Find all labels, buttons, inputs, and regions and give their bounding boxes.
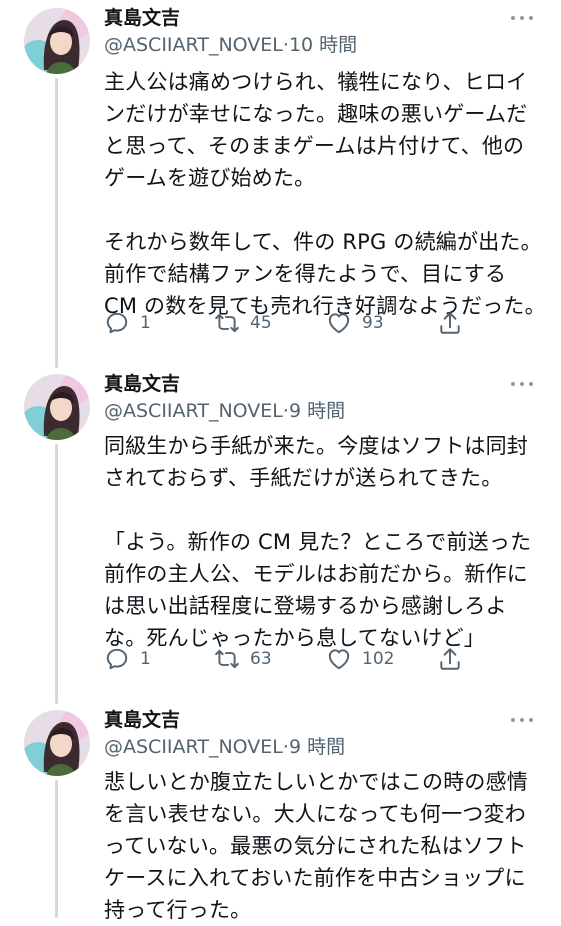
tweet-line: 前作の主人公、モデルはお前だから。新作に — [104, 562, 528, 586]
more-icon[interactable] — [511, 379, 537, 389]
paragraph-break — [104, 494, 544, 526]
like-button[interactable]: 93 — [326, 308, 384, 338]
author-handle[interactable]: @ASCIIART_NOVEL — [104, 34, 283, 56]
reply-icon — [104, 310, 130, 336]
timestamp[interactable]: 9 時間 — [289, 736, 345, 758]
reply-icon — [104, 646, 130, 672]
more-icon[interactable] — [511, 715, 537, 725]
tweet-line: を言い表せない。大人になっても何一つ変わ — [104, 802, 526, 826]
reply-button[interactable]: 1 — [104, 308, 151, 338]
avatar[interactable] — [24, 8, 90, 74]
timestamp[interactable]: 10 時間 — [289, 34, 357, 56]
reply-button[interactable]: 1 — [104, 644, 151, 674]
timestamp[interactable]: 9 時間 — [289, 400, 345, 422]
author-name[interactable]: 真島文吉 — [104, 372, 180, 396]
paragraph-break — [104, 194, 544, 226]
tweet-text: 同級生から手紙が来た。今度はソフトは同封 されておらず、手紙だけが送られてきた。… — [104, 430, 544, 654]
retweet-button[interactable]: 63 — [214, 644, 272, 674]
author-name[interactable]: 真島文吉 — [104, 6, 180, 30]
like-count: 93 — [362, 313, 384, 333]
reply-count: 1 — [140, 649, 151, 669]
tweet-line: ケースに入れておいた前作を中古ショップに — [104, 866, 526, 890]
tweet-line: 同級生から手紙が来た。今度はソフトは同封 — [104, 434, 528, 458]
tweet-actions: 1 63 102 — [104, 644, 544, 674]
tweet-line: 「よう。新作の CM 見た？ところで前送った — [104, 530, 532, 554]
tweet-line: 悲しいとか腹立たしいとかではこの時の感情 — [104, 770, 528, 794]
like-count: 102 — [362, 649, 395, 669]
tweet-line: 持って行った。 — [104, 898, 252, 922]
retweet-icon — [214, 646, 240, 672]
tweet-line: は思い出話程度に登場するから感謝しろよ — [104, 594, 507, 618]
author-name[interactable]: 真島文吉 — [104, 708, 180, 732]
share-icon — [437, 310, 463, 336]
avatar[interactable] — [24, 710, 90, 776]
tweet-meta: @ASCIIART_NOVEL·9 時間 — [104, 734, 345, 760]
tweet-text: 悲しいとか腹立たしいとかではこの時の感情 を言い表せない。大人になっても何一つ変… — [104, 766, 544, 926]
more-icon[interactable] — [511, 13, 537, 23]
heart-icon — [326, 310, 352, 336]
tweet-line: っていない。最悪の気分にされた私はソフト — [104, 834, 527, 858]
tweet[interactable]: 真島文吉 @ASCIIART_NOVEL·9 時間 悲しいとか腹立たしいとかでは… — [0, 702, 561, 922]
avatar[interactable] — [24, 374, 90, 440]
tweet[interactable]: 真島文吉 @ASCIIART_NOVEL·9 時間 同級生から手紙が来た。今度は… — [0, 366, 561, 696]
tweet-meta: @ASCIIART_NOVEL·9 時間 — [104, 398, 345, 424]
retweet-icon — [214, 310, 240, 336]
tweet-line: ンだけが幸せになった。趣味の悪いゲームだ — [104, 102, 528, 126]
tweet-text: 主人公は痛めつけられ、犠牲になり、ヒロイ ンだけが幸せになった。趣味の悪いゲーム… — [104, 66, 546, 322]
tweet-actions: 1 45 93 — [104, 308, 544, 338]
heart-icon — [326, 646, 352, 672]
tweet-line: されておらず、手紙だけが送られてきた。 — [104, 466, 503, 490]
author-handle[interactable]: @ASCIIART_NOVEL — [104, 400, 283, 422]
tweet-meta: @ASCIIART_NOVEL·10 時間 — [104, 32, 357, 58]
like-button[interactable]: 102 — [326, 644, 394, 674]
tweet-line: 前作で結構ファンを得たようで、目にする — [104, 262, 507, 286]
tweet-line: 主人公は痛めつけられ、犠牲になり、ヒロイ — [104, 70, 528, 94]
share-icon — [437, 646, 463, 672]
tweet-line: それから数年して、件の RPG の続編が出た。 — [104, 230, 542, 254]
tweet[interactable]: 真島文吉 @ASCIIART_NOVEL·10 時間 主人公は痛めつけられ、犠牲… — [0, 0, 561, 360]
tweet-line: と思って、そのままゲームは片付けて、他の — [104, 134, 525, 158]
reply-count: 1 — [140, 313, 151, 333]
retweet-count: 63 — [250, 649, 272, 669]
retweet-button[interactable]: 45 — [214, 308, 272, 338]
share-button[interactable] — [437, 308, 463, 338]
author-handle[interactable]: @ASCIIART_NOVEL — [104, 736, 283, 758]
retweet-count: 45 — [250, 313, 272, 333]
share-button[interactable] — [437, 644, 463, 674]
tweet-line: ゲームを遊び始めた。 — [104, 166, 316, 190]
